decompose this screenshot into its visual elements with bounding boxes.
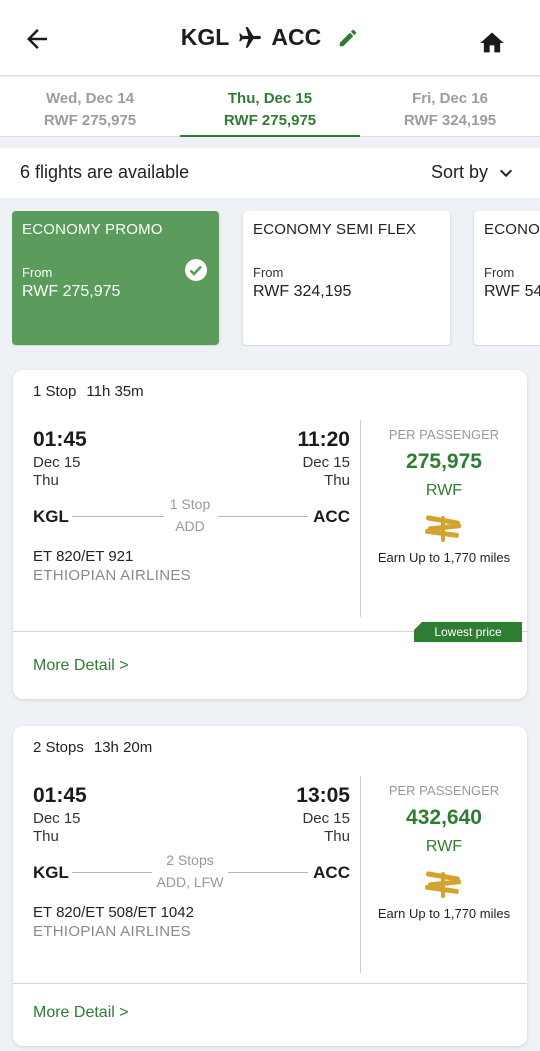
destination-code: ACC (313, 507, 350, 526)
miles-text: Earn Up to 1,770 miles (377, 550, 511, 565)
flight-duration: 11h 35m (86, 383, 144, 400)
arrival-day: Thu (324, 828, 350, 845)
stops-summary: 2 Stops (33, 739, 84, 756)
fare-from-label: From (22, 265, 53, 280)
route-line (228, 872, 308, 873)
stops-summary: 1 Stop (33, 383, 77, 400)
date-tab-selected[interactable]: Thu, Dec 15 RWF 275,975 (180, 77, 360, 137)
fare-card-economy-promo[interactable]: ECONOMY PROMO From RWF 275,975 (12, 211, 219, 345)
fare-name: ECONOMY SEMI FLEX (253, 221, 417, 238)
per-passenger-label: PER PASSENGER (388, 783, 500, 798)
arrival-date: Dec 15 (302, 454, 350, 471)
date-tab-day: Thu, Dec 15 (227, 90, 313, 107)
departure-time: 01:45 (33, 428, 87, 451)
destination-code: ACC (313, 863, 350, 882)
airline-name: ETHIOPIAN AIRLINES (33, 923, 191, 940)
flight-card[interactable]: 1 Stop 11h 35m 01:45 Dec 15 Thu 11:20 Dec… (13, 370, 527, 699)
stops-info: 1 Stop ADD (164, 493, 216, 537)
fare-family-carousel[interactable]: ECONOMY PROMO From RWF 275,975 ECONOMY S… (12, 211, 540, 346)
origin-code: KGL (180, 24, 230, 50)
itinerary: 01:45 Dec 15 Thu 11:20 Dec 15 Thu KGL 1 … (33, 428, 350, 598)
more-detail-link[interactable]: More Detail > (33, 657, 129, 675)
flight-summary: 2 Stops 13h 20m (33, 739, 162, 756)
price-pane: PER PASSENGER 432,640 RWF Earn Up to 1,7… (361, 783, 527, 921)
results-bar: 6 flights are available Sort by (0, 148, 540, 198)
route-line (218, 516, 308, 517)
fare-from-label: From (484, 265, 515, 280)
miles-reward-icon (425, 871, 462, 898)
date-tab-prev[interactable]: Wed, Dec 14 RWF 275,975 (0, 77, 180, 136)
pencil-icon[interactable] (337, 27, 359, 49)
date-tab-price: RWF 275,975 (223, 112, 317, 129)
currency: RWF (425, 838, 463, 855)
fare-price: RWF 324,195 (253, 283, 352, 300)
date-tab-price: RWF 324,195 (403, 112, 497, 129)
sort-label: Sort by (430, 162, 488, 182)
departure-day: Thu (33, 828, 59, 845)
stops-label: 1 Stop (169, 496, 211, 512)
currency: RWF (425, 482, 463, 499)
home-icon[interactable] (478, 29, 506, 57)
itinerary: 01:45 Dec 15 Thu 13:05 Dec 15 Thu KGL 2 … (33, 784, 350, 954)
miles-reward-icon (425, 515, 462, 542)
arrival-time: 11:20 (297, 428, 350, 451)
departure-date: Dec 15 (33, 810, 81, 827)
fare-card-economy-flex[interactable]: ECONOMY FLEX From RWF 54 (474, 211, 540, 345)
lowest-price-badge: Lowest price (414, 622, 522, 642)
origin-code: KGL (33, 507, 69, 526)
departure-time: 01:45 (33, 784, 87, 807)
flight-numbers: ET 820/ET 921 (33, 548, 134, 565)
departure-day: Thu (33, 472, 59, 489)
horizontal-divider (13, 983, 527, 984)
fare-card-economy-semi-flex[interactable]: ECONOMY SEMI FLEX From RWF 324,195 (243, 211, 450, 345)
route-title: KGL ACC (0, 24, 540, 51)
stops-via: ADD, LFW (156, 874, 224, 890)
date-tab-day: Wed, Dec 14 (45, 90, 135, 107)
origin-code: KGL (33, 863, 69, 882)
fare-from-label: From (253, 265, 284, 280)
arrival-date: Dec 15 (302, 810, 350, 827)
date-tab-next[interactable]: Fri, Dec 16 RWF 324,195 (360, 77, 540, 136)
flight-duration: 13h 20m (93, 739, 153, 756)
date-tab-day: Fri, Dec 16 (412, 90, 488, 107)
route-line (72, 872, 152, 873)
flight-card[interactable]: 2 Stops 13h 20m 01:45 Dec 15 Thu 13:05 De… (13, 726, 527, 1046)
per-passenger-label: PER PASSENGER (388, 427, 500, 442)
stops-info: 2 Stops ADD, LFW (152, 849, 228, 893)
airplane-icon (239, 26, 262, 48)
destination-code: ACC (271, 24, 322, 50)
route-line (72, 516, 164, 517)
date-tab-price: RWF 275,975 (43, 112, 137, 129)
miles-text: Earn Up to 1,770 miles (377, 906, 511, 921)
sort-button[interactable]: Sort by (431, 162, 514, 183)
check-circle-icon (185, 259, 207, 281)
arrival-day: Thu (324, 472, 350, 489)
date-tabs: Wed, Dec 14 RWF 275,975 Thu, Dec 15 RWF … (0, 77, 540, 137)
departure-date: Dec 15 (33, 454, 81, 471)
stops-via: ADD (175, 518, 205, 534)
fare-price: RWF 54 (484, 283, 540, 300)
chevron-down-icon (499, 169, 513, 177)
flight-numbers: ET 820/ET 508/ET 1042 (33, 904, 194, 921)
fare-amount: 275,975 (406, 450, 482, 473)
flight-summary: 1 Stop 11h 35m (33, 383, 154, 400)
stops-label: 2 Stops (166, 852, 214, 868)
fare-name: ECONOMY PROMO (22, 221, 163, 238)
airline-name: ETHIOPIAN AIRLINES (33, 567, 191, 584)
fare-price: RWF 275,975 (22, 283, 121, 300)
app-header: KGL ACC (0, 0, 540, 76)
flights-count: 6 flights are available (20, 162, 190, 182)
fare-amount: 432,640 (406, 806, 482, 829)
price-pane: PER PASSENGER 275,975 RWF Earn Up to 1,7… (361, 427, 527, 565)
fare-name: ECONOMY FLEX (484, 221, 540, 238)
more-detail-link[interactable]: More Detail > (33, 1004, 129, 1022)
arrival-time: 13:05 (296, 784, 350, 807)
